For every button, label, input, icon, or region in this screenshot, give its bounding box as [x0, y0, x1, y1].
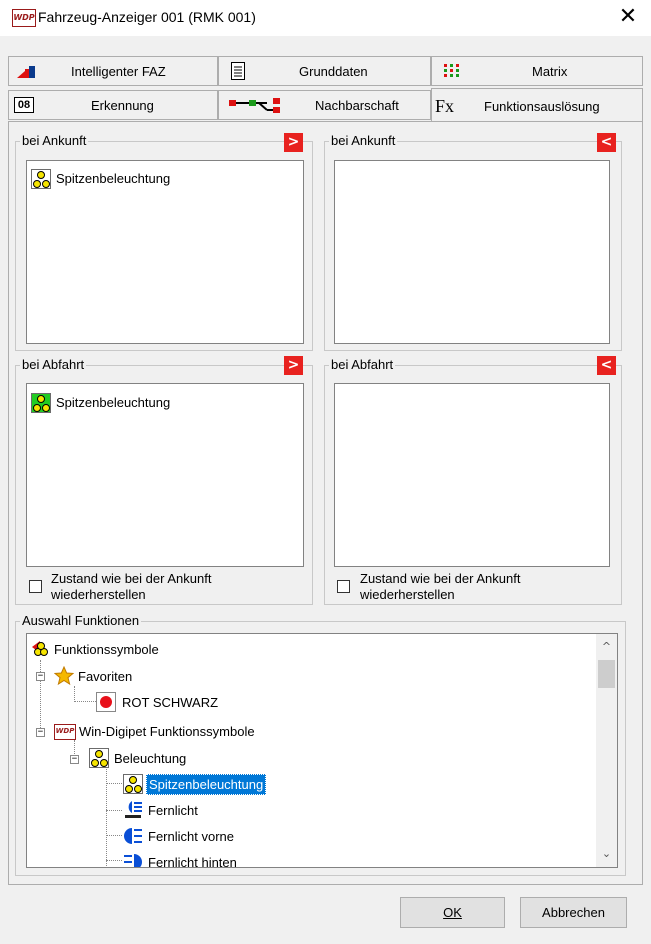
scroll-down-icon[interactable]: ⌄ [596, 847, 617, 861]
arrival-list-right[interactable] [334, 160, 610, 344]
high-beam-front-icon [123, 826, 143, 846]
tab-label: Funktionsauslösung [484, 99, 600, 114]
tab-nachbarschaft[interactable]: Nachbarschaft [218, 90, 431, 120]
group-label: bei Abfahrt [329, 357, 396, 372]
lighting-icon [31, 169, 51, 189]
document-icon [231, 62, 245, 80]
restore-state-checkbox-left[interactable] [29, 580, 42, 593]
tree-line [106, 835, 122, 836]
group-label: bei Ankunft [329, 133, 398, 148]
star-icon [53, 665, 75, 686]
wdp-logo-icon: WDP [54, 724, 76, 740]
item-label: Spitzenbeleuchtung [56, 171, 171, 186]
restore-state-label-line2: wiederherstellen [51, 587, 146, 602]
tree-node-label: Fernlicht hinten [148, 855, 237, 868]
restore-state-label-line1: Zustand wie bei der Ankunft [51, 571, 212, 586]
red-dot-icon [96, 692, 116, 712]
group-label: bei Abfahrt [20, 357, 87, 372]
window-title: Fahrzeug-Anzeiger 001 (RMK 001) [38, 9, 256, 25]
group-label: bei Ankunft [20, 133, 89, 148]
function-symbols-icon [30, 639, 50, 659]
tree-node-fernlicht[interactable]: Fernlicht [123, 800, 323, 820]
tree-node-favorites[interactable]: Favoriten [53, 665, 254, 686]
move-left-button[interactable]: < [597, 356, 616, 375]
function-tree[interactable]: ^ ⌄ Funktionssymbole − Favoriten ROT SCH… [26, 633, 618, 868]
high-beam-icon [123, 800, 143, 820]
departure-list-left[interactable]: Spitzenbeleuchtung [26, 383, 304, 567]
lighting-icon [123, 774, 143, 794]
tab-erkennung[interactable]: 08 Erkennung [8, 90, 218, 120]
restore-state-checkbox-right[interactable] [337, 580, 350, 593]
tree-node-label: Funktionssymbole [54, 642, 159, 657]
tab-funktionsausloesung[interactable]: Fx Funktionsauslösung [431, 88, 643, 122]
ok-button-label: OK [443, 905, 462, 920]
tree-node-rot-schwarz[interactable]: ROT SCHWARZ [96, 692, 296, 712]
tree-node-spitzenbeleuchtung[interactable]: Spitzenbeleuchtung [123, 774, 323, 795]
app-logo-icon: WDP [12, 9, 36, 27]
tab-label: Erkennung [91, 98, 154, 113]
tree-line [106, 810, 122, 811]
cancel-button[interactable]: Abbrechen [520, 897, 627, 928]
move-right-button[interactable]: > [284, 356, 303, 375]
list-item[interactable]: Spitzenbeleuchtung [31, 169, 291, 189]
move-right-button[interactable]: > [284, 133, 303, 152]
tree-node-fernlicht-hinten[interactable]: Fernlicht hinten [123, 852, 323, 868]
tree-node-beleuchtung[interactable]: Beleuchtung [89, 748, 289, 768]
item-label: Spitzenbeleuchtung [56, 395, 171, 410]
move-left-button[interactable]: < [597, 133, 616, 152]
restore-state-label-line1: Zustand wie bei der Ankunft [360, 571, 521, 586]
tree-node-label: Favoriten [78, 669, 133, 684]
high-beam-rear-icon [123, 852, 143, 867]
tab-matrix[interactable]: Matrix [431, 56, 643, 86]
tree-node-label: Beleuchtung [114, 751, 187, 766]
tree-line [106, 860, 122, 861]
arrival-list-left[interactable]: Spitzenbeleuchtung [26, 160, 304, 344]
tree-node-fernlicht-vorne[interactable]: Fernlicht vorne [123, 826, 323, 846]
tab-grunddaten[interactable]: Grunddaten [218, 56, 431, 86]
scroll-up-icon[interactable]: ^ [596, 640, 617, 654]
collapse-icon[interactable]: − [36, 728, 45, 737]
vertical-scrollbar[interactable]: ^ ⌄ [596, 634, 617, 867]
tab-label: Intelligenter FAZ [71, 64, 166, 79]
train-flag-icon [17, 65, 37, 79]
title-bar: WDP Fahrzeug-Anzeiger 001 (RMK 001) ✕ [0, 0, 651, 36]
tree-line [74, 701, 96, 702]
collapse-icon[interactable]: − [70, 755, 79, 764]
tree-line [74, 686, 75, 702]
tree-node-label: ROT SCHWARZ [122, 695, 219, 710]
lighting-active-icon [31, 393, 51, 413]
badge-08-icon: 08 [14, 97, 34, 113]
restore-state-label-line2: wiederherstellen [360, 587, 455, 602]
network-icon [229, 96, 281, 114]
cancel-button-label: Abbrechen [542, 905, 605, 920]
list-item[interactable]: Spitzenbeleuchtung [31, 393, 291, 413]
tree-line [106, 766, 107, 866]
tab-intelligenter-faz[interactable]: Intelligenter FAZ [8, 56, 218, 86]
ok-button[interactable]: OK [400, 897, 505, 928]
tree-node-label: Fernlicht vorne [148, 829, 234, 844]
tab-label: Grunddaten [299, 64, 368, 79]
close-icon[interactable]: ✕ [605, 0, 651, 36]
tree-node-label-selected: Spitzenbeleuchtung [146, 774, 267, 795]
tree-node-wdp-symbols[interactable]: WDP Win-Digipet Funktionssymbole [54, 721, 354, 741]
collapse-icon[interactable]: − [36, 672, 45, 681]
tree-line [106, 783, 122, 784]
function-fx-icon: Fx [435, 96, 455, 116]
lighting-icon [89, 748, 109, 768]
tree-node-label: Fernlicht [148, 803, 198, 818]
tab-label: Matrix [532, 64, 568, 79]
group-label: Auswahl Funktionen [20, 613, 142, 628]
departure-list-right[interactable] [334, 383, 610, 567]
scroll-thumb[interactable] [598, 660, 615, 688]
matrix-icon [444, 64, 460, 78]
tree-node-label: Win-Digipet Funktionssymbole [79, 724, 255, 739]
tree-node-root[interactable]: Funktionssymbole [30, 639, 330, 659]
tab-label: Nachbarschaft [315, 98, 399, 113]
